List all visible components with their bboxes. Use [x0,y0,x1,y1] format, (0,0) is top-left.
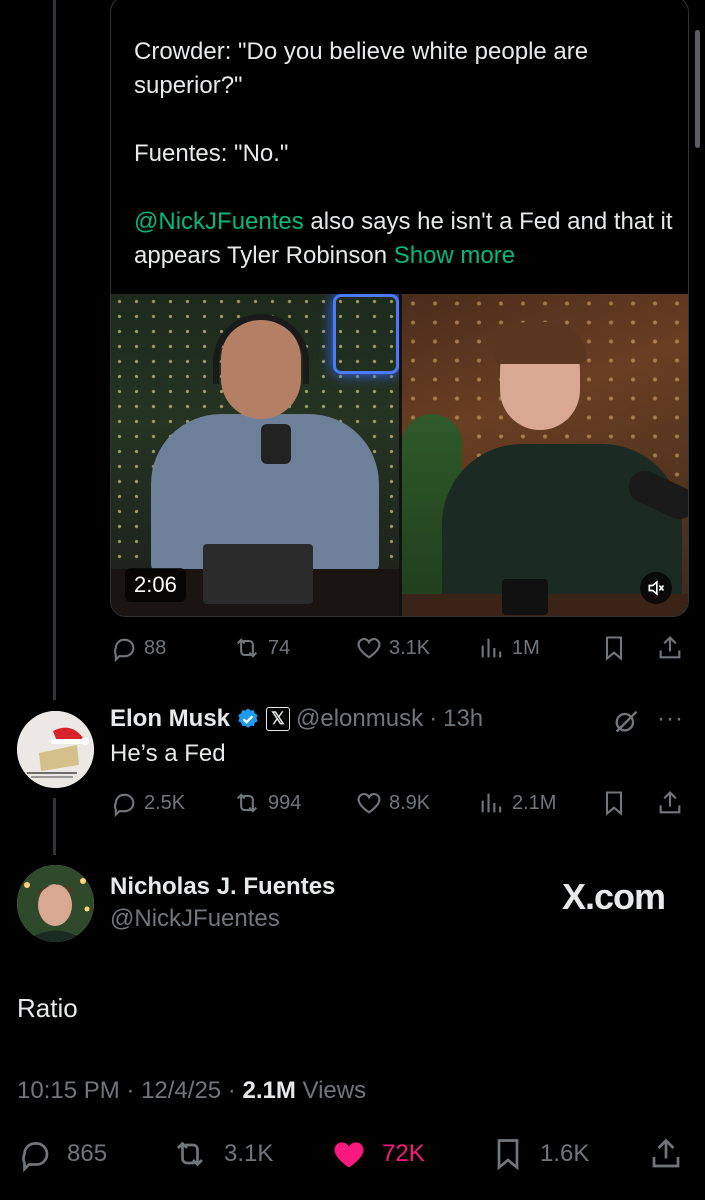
main-post-text: Ratio [17,993,78,1023]
bookmark-icon [605,791,623,816]
main-author-avatar[interactable] [17,865,94,942]
x-watermark: X.com [562,876,666,917]
reply-text: He’s a Fed [110,740,226,767]
more-options-icon[interactable]: ··· [657,705,684,733]
speaker-muted-icon [648,580,665,596]
reply-header: Elon Musk 𝕏 @elonmusk · 13h [110,705,483,733]
neon-sign [333,294,399,374]
scrollbar[interactable] [695,30,700,148]
bookmark-icon [605,636,623,661]
share-icon [659,791,681,814]
reply-separator: · [429,705,438,732]
quote-views-count: 1M [512,636,540,659]
repost-icon [236,638,258,658]
reply-repost-button[interactable]: 994 [232,789,301,817]
reply-like-button[interactable]: 8.9K [355,789,430,817]
main-author-handle-row: @NickJFuentes [110,905,280,933]
quoted-post-text: Crowder: "Do you believe white people ar… [134,35,674,273]
post-date[interactable]: 12/4/25 [141,1077,221,1104]
quoted-post-card[interactable]: Crowder: "Do you believe white people ar… [110,0,689,617]
post-views-count: 2.1M [242,1077,296,1104]
quote-like-button[interactable]: 3.1K [355,634,430,662]
heart-filled-icon [334,1142,364,1168]
reply-views-button[interactable]: 2.1M [478,789,556,817]
avatar-image [17,711,94,788]
video-frame-right [402,294,688,616]
quote-repost-button[interactable]: 74 [232,634,290,662]
main-bookmark-count: 1.6K [540,1140,590,1167]
reply-share-button[interactable] [656,789,684,817]
heart-icon [357,792,381,814]
verified-badge-icon [238,708,258,728]
main-author-name-row: Nicholas J. Fuentes [110,873,335,901]
mute-button[interactable] [640,572,672,604]
share-icon [652,1138,680,1168]
reply-reply-count: 2.5K [144,791,186,814]
quote-reply-count: 88 [144,636,167,659]
reply-icon [22,1142,49,1172]
laptop [203,544,313,604]
mug [502,579,548,615]
share-icon [659,636,681,659]
mention-link[interactable]: @NickJFuentes [134,208,304,235]
reply-icon [114,638,135,662]
main-bookmark-button[interactable]: 1.6K [490,1136,589,1172]
reply-views-count: 2.1M [512,791,557,814]
main-like-count: 72K [382,1140,425,1167]
reply-bookmark-button[interactable] [600,789,628,817]
bookmark-icon [497,1139,519,1171]
reply-reply-button[interactable]: 2.5K [110,789,185,817]
quote-bookmark-button[interactable] [600,634,628,662]
reply-like-count: 8.9K [389,791,431,814]
quote-views-button[interactable]: 1M [478,634,540,662]
post-views-label: Views [295,1077,367,1104]
repost-icon [236,793,258,813]
quote-share-button[interactable] [656,634,684,662]
reply-author-avatar[interactable] [17,711,94,788]
repost-icon [177,1141,203,1167]
meta-separator-1: · [119,1077,142,1104]
meta-separator-2: · [221,1077,243,1104]
reply-icon [114,793,135,817]
avatar-image [17,865,94,942]
video-duration-badge: 2:06 [125,568,186,602]
video-player[interactable]: 2:06 [111,294,688,616]
main-reply-count: 865 [67,1140,108,1167]
grok-icon[interactable] [612,707,640,735]
thread-line-middle [53,798,56,855]
reply-time[interactable]: 13h [443,705,483,733]
quote-reply-button[interactable]: 88 [110,634,166,662]
post-time[interactable]: 10:15 PM [17,1077,120,1104]
thread-line-top [53,0,56,700]
x-affiliate-badge-icon: 𝕏 [266,707,291,731]
views-chart-icon [481,638,502,658]
reply-repost-count: 994 [268,791,302,814]
show-more-link[interactable]: Show more [394,242,515,269]
main-author-name[interactable]: Nicholas J. Fuentes [110,873,335,901]
microphone-left [261,424,291,464]
main-reply-button[interactable]: 865 [17,1136,107,1172]
reply-author-name[interactable]: Elon Musk [110,705,230,733]
main-author-handle[interactable]: @NickJFuentes [110,905,280,933]
main-like-button[interactable]: 72K [330,1136,425,1172]
main-repost-button[interactable]: 3.1K [170,1136,273,1172]
main-share-button[interactable] [648,1136,684,1172]
views-chart-icon [481,793,502,813]
reply-author-handle[interactable]: @elonmusk [296,705,423,733]
main-repost-count: 3.1K [224,1140,274,1167]
quote-line-3: @NickJFuentes also says he isn't a Fed a… [134,205,674,273]
heart-icon [357,637,381,659]
quote-repost-count: 74 [268,636,291,659]
quote-line-1: Crowder: "Do you believe white people ar… [134,38,589,99]
quote-line-2: Fuentes: "No." [134,140,289,167]
quote-like-count: 3.1K [389,636,431,659]
post-metadata: 10:15 PM · 12/4/25 · 2.1M Views [17,1077,366,1105]
